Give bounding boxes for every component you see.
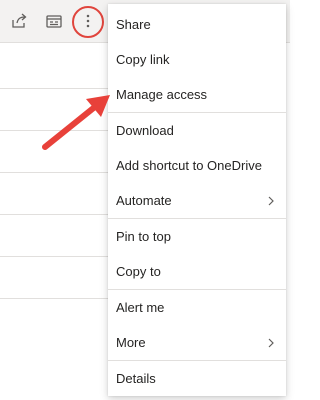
menu-item-more[interactable]: More: [108, 325, 286, 360]
menu-item-label: Download: [116, 123, 174, 138]
menu-item-automate[interactable]: Automate: [108, 183, 286, 218]
menu-item-label: Add shortcut to OneDrive: [116, 158, 262, 173]
menu-item-label: More: [116, 335, 146, 350]
menu-item-label: Share: [116, 17, 151, 32]
context-menu: Share Copy link Manage access Download Add s…: [108, 4, 286, 396]
menu-item-label: Automate: [116, 193, 172, 208]
chevron-right-icon: [266, 196, 276, 206]
list-row[interactable]: [0, 130, 108, 173]
menu-item-copy-to[interactable]: Copy to: [108, 254, 286, 289]
menu-item-copy-link[interactable]: Copy link: [108, 42, 286, 77]
menu-item-add-shortcut-to-onedrive[interactable]: Add shortcut to OneDrive: [108, 148, 286, 183]
list-row[interactable]: [0, 88, 108, 131]
more-vertical-icon: [86, 14, 90, 28]
menu-item-manage-access[interactable]: Manage access: [108, 77, 286, 112]
menu-item-label: Details: [116, 371, 156, 386]
menu-item-share[interactable]: Share: [108, 7, 286, 42]
menu-item-label: Copy link: [116, 52, 170, 67]
share-icon[interactable]: [8, 9, 32, 33]
list-row[interactable]: [0, 42, 108, 89]
menu-item-label: Alert me: [116, 300, 165, 315]
menu-item-label: Manage access: [116, 87, 208, 102]
chevron-right-icon: [266, 338, 276, 348]
menu-item-alert-me[interactable]: Alert me: [108, 290, 286, 325]
menu-item-pin-to-top[interactable]: Pin to top: [108, 219, 286, 254]
menu-item-download[interactable]: Download: [108, 113, 286, 148]
list-row[interactable]: [0, 256, 108, 299]
list-row[interactable]: [0, 214, 108, 257]
menu-item-label: Copy to: [116, 264, 161, 279]
workflow-icon[interactable]: [42, 9, 66, 33]
list-row[interactable]: [0, 172, 108, 215]
menu-item-details[interactable]: Details: [108, 361, 286, 396]
menu-item-label: Pin to top: [116, 229, 171, 244]
more-options-button[interactable]: [75, 8, 101, 34]
